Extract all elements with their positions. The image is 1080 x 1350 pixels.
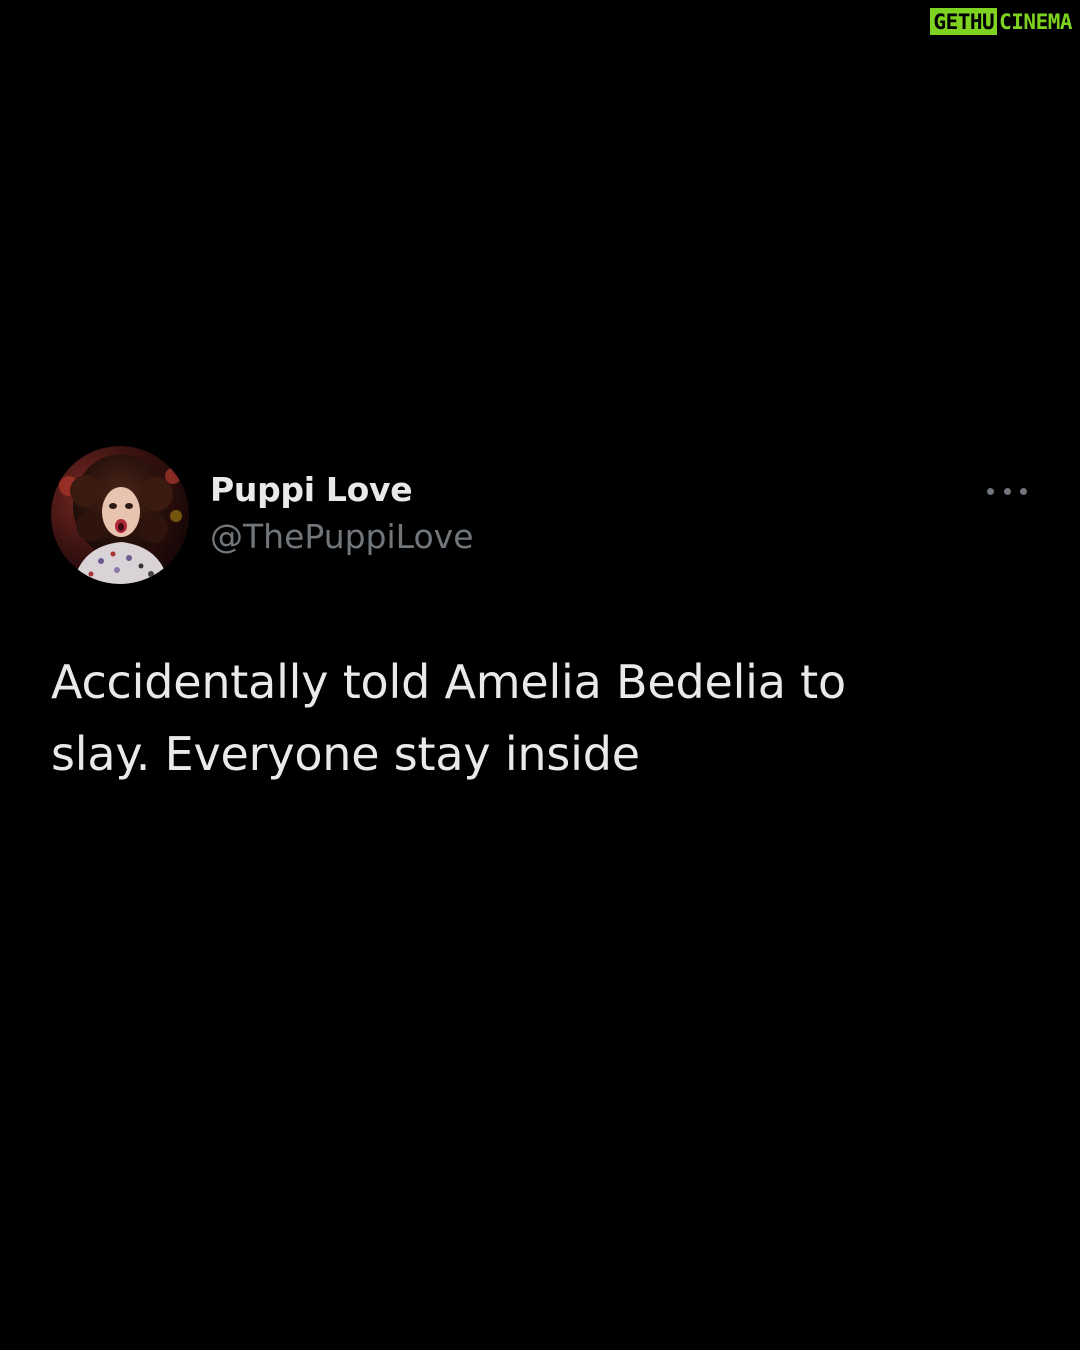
tweet-author: Puppi Love @ThePuppiLove: [210, 468, 474, 562]
tweet-text: Accidentally told Amelia Bedelia to slay…: [51, 655, 846, 781]
tweet-card: Puppi Love @ThePuppiLove Accidentally to…: [51, 446, 1031, 781]
tweet-header: Puppi Love @ThePuppiLove: [51, 446, 1031, 586]
more-dot: [987, 487, 994, 495]
display-name[interactable]: Puppi Love: [210, 468, 474, 512]
more-horizontal-icon[interactable]: [987, 484, 1027, 498]
more-dot: [1020, 487, 1027, 495]
watermark-boxed-text: GETHU: [930, 8, 998, 35]
avatar[interactable]: [51, 446, 189, 584]
more-dot: [1003, 487, 1011, 495]
avatar-image: [51, 446, 189, 584]
watermark-logo: GETHU CINEMA: [930, 8, 1072, 35]
watermark-text: CINEMA: [999, 9, 1072, 34]
user-handle[interactable]: @ThePuppiLove: [210, 512, 474, 562]
